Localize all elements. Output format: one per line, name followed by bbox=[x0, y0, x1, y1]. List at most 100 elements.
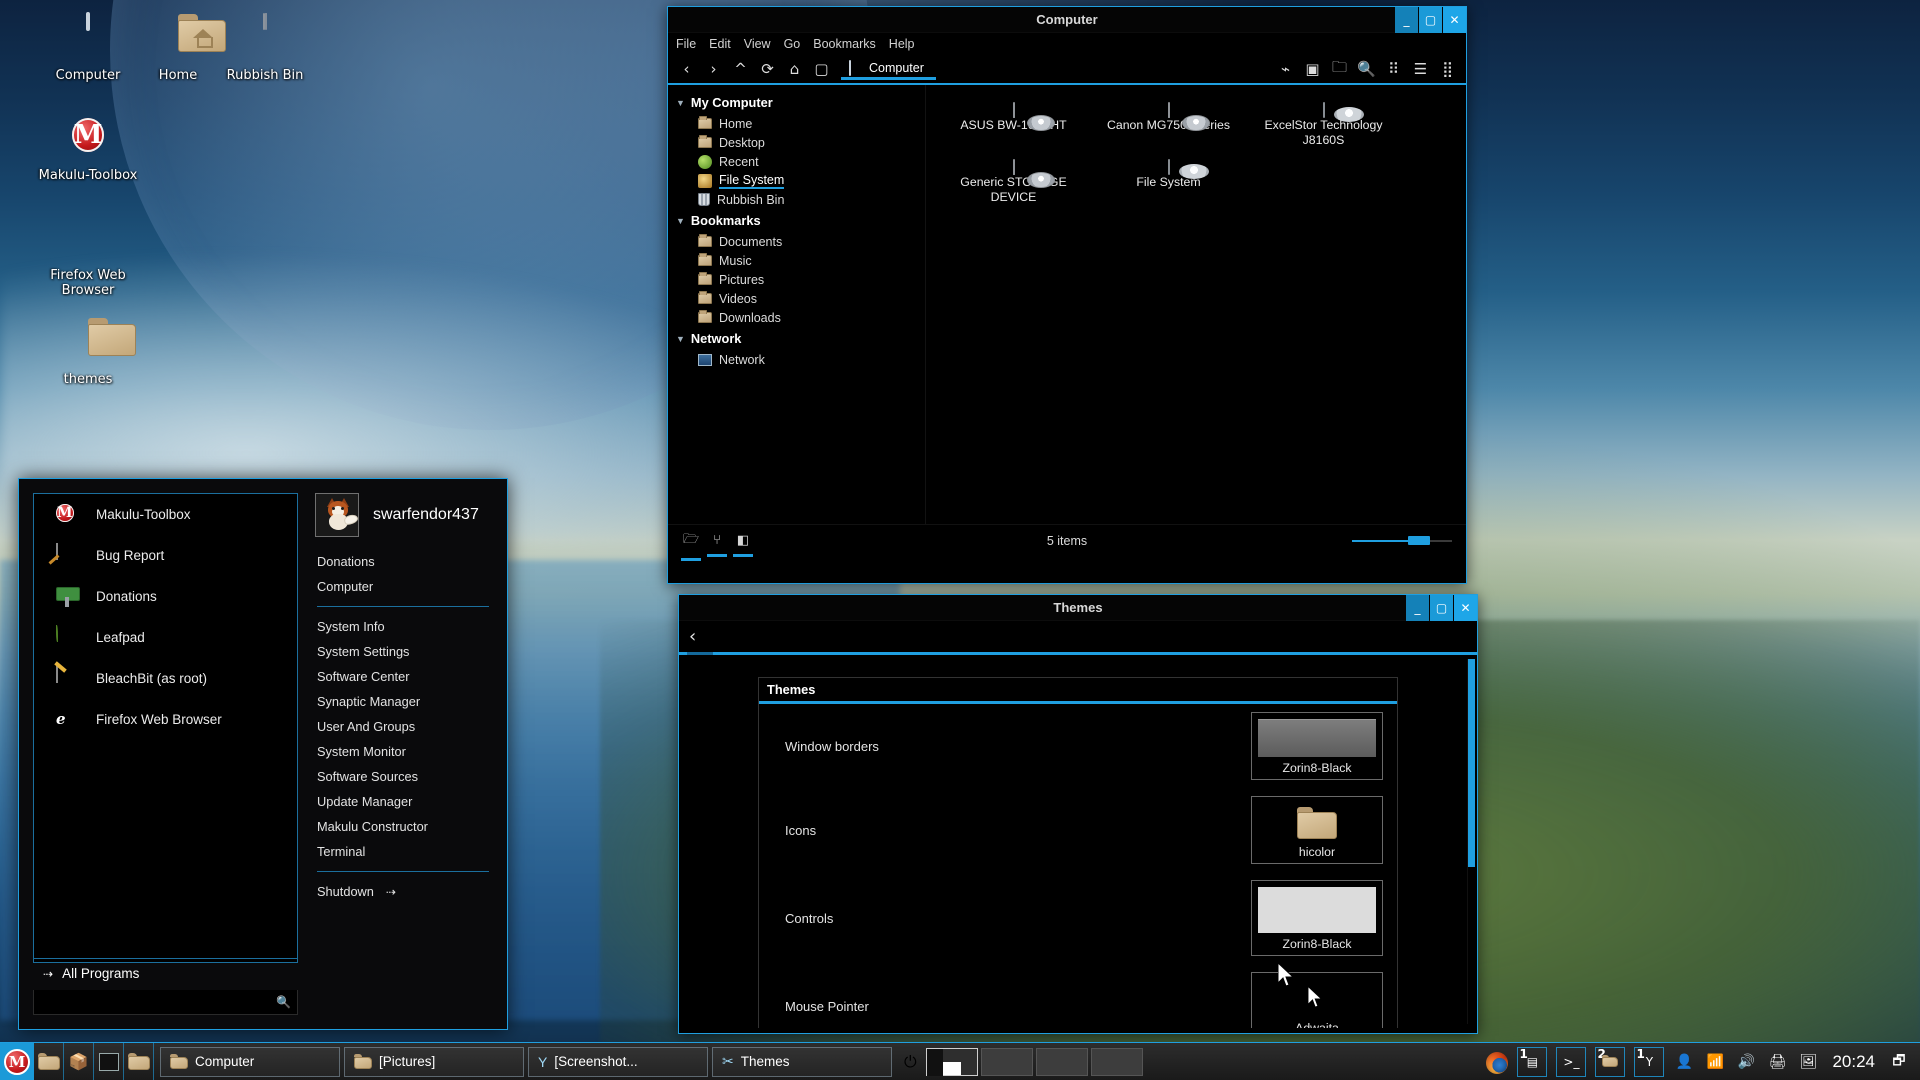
menu-go[interactable]: Go bbox=[784, 37, 801, 51]
minimize-button[interactable]: _ bbox=[1406, 595, 1429, 621]
desktop-icon[interactable]: ▢ bbox=[808, 56, 835, 82]
file-manager-sidebar[interactable]: ▼My ComputerHomeDesktopRecentFile System… bbox=[668, 85, 926, 524]
menu-link-software-sources[interactable]: Software Sources bbox=[315, 764, 497, 789]
sidebar-item-rubbish-bin[interactable]: Rubbish Bin bbox=[668, 190, 925, 209]
display-icon[interactable]: 🖼 bbox=[1797, 1051, 1819, 1073]
menu-view[interactable]: View bbox=[744, 37, 771, 51]
file-manager-titlebar[interactable]: Computer _ ▢ ✕ bbox=[668, 7, 1466, 33]
taskbar-task[interactable]: ✂Themes bbox=[712, 1047, 892, 1077]
search-icon[interactable]: 🔍 bbox=[276, 995, 291, 1009]
reload-icon[interactable]: ⟳ bbox=[754, 56, 781, 82]
desktop-icon-rubbish-bin[interactable]: Rubbish Bin bbox=[210, 14, 320, 83]
maximize-button[interactable]: ▢ bbox=[1419, 7, 1442, 33]
forward-icon[interactable]: › bbox=[700, 56, 727, 82]
file-manager-window[interactable]: Computer _ ▢ ✕ File Edit View Go Bookmar… bbox=[667, 6, 1467, 584]
zoom-slider[interactable] bbox=[1352, 534, 1452, 548]
sidebar-item-home[interactable]: Home bbox=[668, 114, 925, 133]
chevron-down-icon[interactable]: ▼ bbox=[676, 334, 685, 344]
start-menu-system-links[interactable]: System InfoSystem SettingsSoftware Cente… bbox=[315, 614, 497, 864]
calendar-icon[interactable]: 1▤ bbox=[1517, 1047, 1547, 1077]
taskbar[interactable]: M 📦 Computer[Pictures]Y[Screenshot...✂Th… bbox=[0, 1042, 1920, 1080]
start-menu[interactable]: MMakulu-ToolboxBug ReportDonationsLeafpa… bbox=[18, 478, 508, 1030]
menu-link-user-and-groups[interactable]: User And Groups bbox=[315, 714, 497, 739]
show-desktop-icon[interactable]: 🗗 bbox=[1888, 1051, 1910, 1073]
menu-link-system-info[interactable]: System Info bbox=[315, 614, 497, 639]
shutdown-button[interactable]: Shutdown ⇢ bbox=[315, 879, 497, 904]
quicklaunch-file-manager[interactable] bbox=[34, 1043, 64, 1080]
menu-bookmarks[interactable]: Bookmarks bbox=[813, 37, 876, 51]
themes-window[interactable]: Themes _ ▢ ✕ ‹ Themes Window bordersZori… bbox=[678, 594, 1478, 1034]
start-button[interactable]: M bbox=[0, 1043, 34, 1080]
start-menu-search[interactable]: 🔍 bbox=[33, 990, 298, 1015]
printer-icon[interactable]: 🖨 bbox=[1766, 1051, 1788, 1073]
theme-select-button[interactable]: Zorin8-Black bbox=[1251, 712, 1383, 780]
menu-link-system-monitor[interactable]: System Monitor bbox=[315, 739, 497, 764]
compact-view-icon[interactable]: ⣿ bbox=[1434, 56, 1461, 82]
menu-link-makulu-constructor[interactable]: Makulu Constructor bbox=[315, 814, 497, 839]
file-manager-toolbar[interactable]: ‹ › ^ ⟳ ⌂ ▢ Computer ⌁ ▣ 🗀 🔍 ⠿ ☰ ⣿ bbox=[668, 55, 1466, 85]
quicklaunch-package-manager[interactable]: 📦 bbox=[64, 1043, 94, 1080]
desktop-icon-themes[interactable]: themes bbox=[33, 318, 143, 387]
sidebar-group-bookmarks[interactable]: ▼Bookmarks bbox=[668, 209, 925, 232]
workspace-4[interactable] bbox=[1091, 1048, 1143, 1076]
folder-icon[interactable]: 2 bbox=[1595, 1047, 1625, 1077]
sidebar-group-network[interactable]: ▼Network bbox=[668, 327, 925, 350]
quicklaunch-folder[interactable] bbox=[124, 1043, 154, 1080]
sidebar-item-network[interactable]: Network bbox=[668, 350, 925, 369]
start-menu-favorites[interactable]: MMakulu-ToolboxBug ReportDonationsLeafpa… bbox=[33, 493, 298, 963]
taskbar-task[interactable]: Y[Screenshot... bbox=[528, 1047, 708, 1077]
start-menu-right-panel[interactable]: swarfendor437 DonationsComputer System I… bbox=[315, 493, 497, 1015]
themes-navbar[interactable]: ‹ bbox=[679, 621, 1477, 655]
taskbar-task[interactable]: [Pictures] bbox=[344, 1047, 524, 1077]
sidebar-item-documents[interactable]: Documents bbox=[668, 232, 925, 251]
menu-edit[interactable]: Edit bbox=[709, 37, 731, 51]
menu-file[interactable]: File bbox=[676, 37, 696, 51]
taskbar-task[interactable]: Computer bbox=[160, 1047, 340, 1077]
workspace-switcher[interactable]: ⏻ bbox=[904, 1048, 1143, 1076]
file-manager-content[interactable]: ASUS BW-16D1HTCanon MG7500 seriesExcelSt… bbox=[926, 85, 1466, 524]
chevron-down-icon[interactable]: ▼ bbox=[676, 98, 685, 108]
file-manager-menubar[interactable]: File Edit View Go Bookmarks Help bbox=[668, 33, 1466, 55]
clock[interactable]: 20:24 bbox=[1828, 1052, 1879, 1072]
menu-link-terminal[interactable]: Terminal bbox=[315, 839, 497, 864]
close-button[interactable]: ✕ bbox=[1443, 7, 1466, 33]
desktop-icon-firefox[interactable]: Firefox Web Browser bbox=[33, 214, 143, 298]
theme-select-button[interactable]: Zorin8-Black bbox=[1251, 880, 1383, 956]
sidebar-item-pictures[interactable]: Pictures bbox=[668, 270, 925, 289]
volume-icon[interactable]: 🔊 bbox=[1735, 1051, 1757, 1073]
theme-select-button[interactable]: Adwaita bbox=[1251, 972, 1383, 1028]
quicklaunch-terminal[interactable] bbox=[94, 1043, 124, 1080]
start-menu-top-links[interactable]: DonationsComputer bbox=[315, 549, 497, 599]
wifi-icon[interactable]: 📶 bbox=[1704, 1051, 1726, 1073]
drive-item[interactable]: ASUS BW-16D1HT bbox=[936, 97, 1091, 154]
theme-select-button[interactable]: hicolor bbox=[1251, 796, 1383, 864]
scrollbar-thumb[interactable] bbox=[1468, 659, 1475, 867]
sidebar-item-desktop[interactable]: Desktop bbox=[668, 133, 925, 152]
up-icon[interactable]: ^ bbox=[727, 56, 754, 82]
start-menu-item-donations[interactable]: Donations bbox=[34, 576, 297, 617]
drive-item[interactable]: ExcelStor Technology J8160S bbox=[1246, 97, 1401, 154]
menu-link-update-manager[interactable]: Update Manager bbox=[315, 789, 497, 814]
taskbar-task-list[interactable]: Computer[Pictures]Y[Screenshot...✂Themes bbox=[160, 1043, 896, 1080]
desktop-icon-makulu-toolbox[interactable]: M Makulu-Toolbox bbox=[33, 114, 143, 183]
workspace-2[interactable] bbox=[981, 1048, 1033, 1076]
back-icon[interactable]: ‹ bbox=[689, 626, 696, 647]
themes-content[interactable]: Themes Window bordersZorin8-BlackIconshi… bbox=[679, 655, 1477, 1028]
chevron-down-icon[interactable]: ▼ bbox=[676, 216, 685, 226]
sidebar-item-downloads[interactable]: Downloads bbox=[668, 308, 925, 327]
icon-view-icon[interactable]: ⠿ bbox=[1380, 56, 1407, 82]
home-icon[interactable]: ⌂ bbox=[781, 56, 808, 82]
new-folder-icon[interactable]: 🗀 bbox=[1326, 56, 1353, 82]
themes-titlebar[interactable]: Themes _ ▢ ✕ bbox=[679, 595, 1477, 621]
workspace-3[interactable] bbox=[1036, 1048, 1088, 1076]
menu-link-software-center[interactable]: Software Center bbox=[315, 664, 497, 689]
search-input[interactable] bbox=[40, 995, 276, 1009]
avatar[interactable] bbox=[315, 493, 359, 537]
terminal-icon[interactable]: ▣ bbox=[1299, 56, 1326, 82]
back-icon[interactable]: ‹ bbox=[673, 56, 700, 82]
themes-scrollbar[interactable] bbox=[1467, 659, 1474, 1024]
start-menu-item-bug-report[interactable]: Bug Report bbox=[34, 535, 297, 576]
update-icon[interactable]: ⏻ bbox=[904, 1052, 917, 1072]
sidebar-group-my-computer[interactable]: ▼My Computer bbox=[668, 91, 925, 114]
menu-help[interactable]: Help bbox=[889, 37, 915, 51]
